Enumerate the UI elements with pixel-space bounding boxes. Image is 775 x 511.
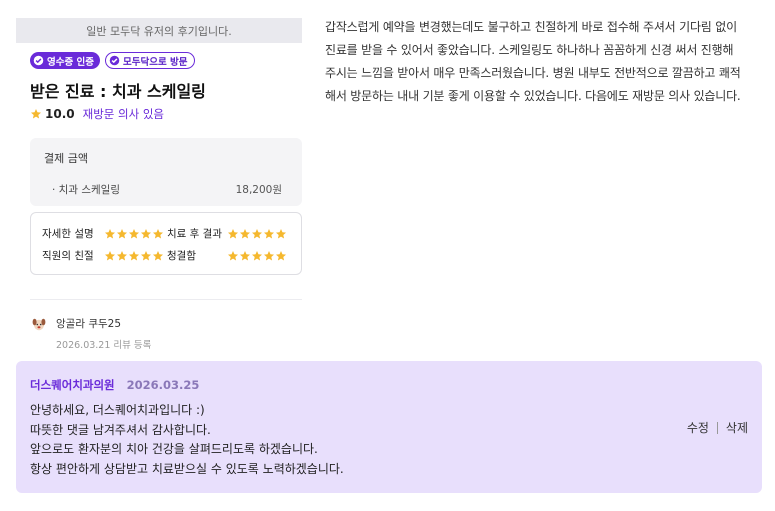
star-icon (240, 250, 250, 260)
revisit-intent: 재방문 의사 있음 (82, 107, 164, 121)
receipt-verified-label: 영수증 인증 (47, 56, 95, 68)
star-icon (141, 250, 151, 260)
star-icon (129, 250, 139, 260)
verification-badges: 영수증 인증 모두닥으로 방문 (30, 52, 195, 69)
star-icon (276, 228, 286, 238)
star-icon (240, 228, 250, 238)
divider (30, 299, 302, 300)
star-icon (129, 228, 139, 238)
score-label: 자세한 설명 (42, 228, 94, 240)
star-icon (252, 228, 262, 238)
score-label: 치료 후 결과 (167, 228, 222, 240)
star-icon (153, 250, 163, 260)
action-separator (716, 421, 718, 434)
check-circle-icon (109, 55, 120, 66)
star-icon (117, 228, 127, 238)
overall-rating: 10.0 재방문 의사 있음 (30, 106, 164, 122)
score-label: 직원의 친절 (42, 250, 94, 262)
author-name[interactable]: 앙골라 쿠두25 (56, 316, 151, 331)
payment-label: 결제 금액 (44, 152, 88, 165)
payment-price: 18,200원 (235, 184, 282, 196)
payment-item: · 치과 스케일링 (52, 184, 120, 196)
star-rating (227, 250, 287, 262)
star-icon (31, 109, 41, 119)
review-date: 2026.03.21 리뷰 등록 (56, 340, 152, 351)
score-explanation: 자세한 설명 (42, 226, 164, 241)
treatment-title: 받은 진료 : 치과 스케일링 (30, 82, 206, 101)
modoodoc-visit-badge: 모두닥으로 방문 (105, 52, 195, 69)
star-icon (141, 228, 151, 238)
star-icon (105, 228, 115, 238)
hospital-reply: 더스퀘어치과의원 2026.03.25 안녕하세요, 더스퀘어치과입니다 :) … (16, 361, 762, 493)
reply-line: 따뜻한 댓글 남겨주셔서 감사합니다. (30, 422, 211, 437)
star-icon (264, 228, 274, 238)
modoodoc-visit-label: 모두닥으로 방문 (123, 56, 188, 68)
star-icon (105, 250, 115, 260)
reply-line: 안녕하세요, 더스퀘어치과입니다 :) (30, 403, 205, 417)
star-rating (104, 228, 164, 240)
user-review-banner: 일반 모두닥 유저의 후기입니다. (16, 18, 302, 43)
review-body: 갑작스럽게 예약을 변경했는데도 불구하고 친절하게 바로 접수해 주셔서 기다… (325, 20, 741, 103)
star-icon (153, 228, 163, 238)
score-label: 청결함 (167, 250, 196, 262)
star-icon (264, 250, 274, 260)
payment-box: 결제 금액 · 치과 스케일링 18,200원 (30, 138, 302, 206)
star-rating (227, 228, 287, 240)
edit-reply-button[interactable]: 수정 (687, 419, 709, 436)
review-author: 앙골라 쿠두25 2026.03.21 리뷰 등록 (32, 316, 151, 351)
reply-line: 항상 편안하게 상담받고 치료받으실 수 있도록 노력하겠습니다. (30, 461, 344, 476)
reply-line: 앞으로도 환자분의 치아 건강을 살펴드리도록 하겠습니다. (30, 442, 318, 456)
star-icon (276, 250, 286, 260)
star-icon (117, 250, 127, 260)
reply-body: 안녕하세요, 더스퀘어치과입니다 :) 따뜻한 댓글 남겨주셔서 감사합니다. … (30, 401, 344, 479)
score-cleanliness: 청결함 (167, 248, 287, 263)
detail-scores-box: 자세한 설명 치료 후 결과 직원의 친절 청결함 (30, 212, 302, 275)
star-rating (104, 250, 164, 262)
receipt-verified-badge: 영수증 인증 (30, 52, 101, 69)
star-icon (228, 228, 238, 238)
reply-actions: 수정 삭제 (687, 419, 748, 436)
delete-reply-button[interactable]: 삭제 (726, 419, 748, 436)
reply-header: 더스퀘어치과의원 2026.03.25 (30, 377, 199, 393)
rating-score: 10.0 (45, 107, 75, 121)
reply-date: 2026.03.25 (126, 378, 200, 392)
score-staff-kindness: 직원의 친절 (42, 248, 164, 263)
avatar (32, 318, 46, 331)
score-result: 치료 후 결과 (167, 226, 287, 241)
reply-hospital-name: 더스퀘어치과의원 (30, 378, 115, 392)
check-circle-icon (33, 55, 44, 66)
star-icon (252, 250, 262, 260)
star-icon (228, 250, 238, 260)
